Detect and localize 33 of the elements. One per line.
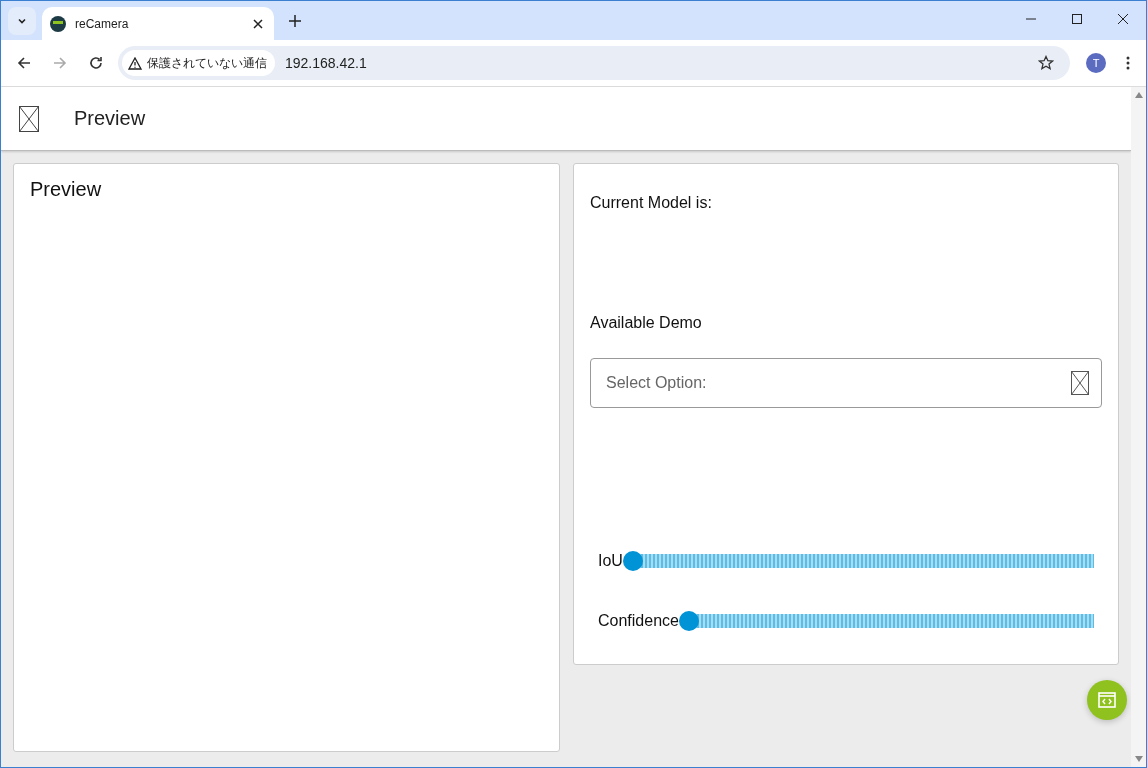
slider[interactable] bbox=[622, 551, 1094, 571]
forward-arrow-icon[interactable] bbox=[52, 55, 68, 71]
reload-icon[interactable] bbox=[88, 55, 104, 71]
bookmark-star-icon[interactable] bbox=[1038, 55, 1054, 71]
url-text: 192.168.42.1 bbox=[285, 55, 367, 71]
code-window-icon bbox=[1098, 692, 1116, 708]
tab-title: reCamera bbox=[75, 16, 129, 31]
close-icon[interactable] bbox=[252, 17, 264, 30]
security-label: 保護されていない通信 bbox=[147, 54, 267, 72]
warning-icon bbox=[128, 56, 142, 70]
current-model-label: Current Model is: bbox=[590, 194, 713, 212]
maximize-icon[interactable] bbox=[1071, 13, 1083, 25]
new-tab-icon[interactable] bbox=[288, 14, 302, 28]
scroll-down-icon[interactable] bbox=[1134, 756, 1143, 762]
profile-avatar[interactable]: T bbox=[1086, 53, 1106, 73]
slider-label: Confidence bbox=[598, 612, 679, 630]
address-bar[interactable]: 保護されていない通信 192.168.42.1 bbox=[118, 46, 1070, 80]
browser-tab[interactable]: reCamera bbox=[42, 7, 274, 40]
select-field[interactable]: Select Option: bbox=[590, 358, 1102, 408]
code-window-button[interactable] bbox=[1087, 680, 1127, 720]
available-demo-label: Available Demo bbox=[590, 314, 703, 332]
slider-label: IoU bbox=[598, 552, 623, 570]
broken-image-icon bbox=[1071, 371, 1089, 395]
back-arrow-icon[interactable] bbox=[16, 55, 32, 71]
security-chip[interactable]: 保護されていない通信 bbox=[122, 50, 275, 76]
slider[interactable] bbox=[678, 611, 1094, 631]
scroll-up-icon[interactable] bbox=[1134, 92, 1143, 98]
site-favicon-icon bbox=[50, 15, 66, 32]
more-menu-icon[interactable] bbox=[1126, 55, 1130, 71]
card-title: Preview bbox=[30, 178, 102, 200]
page-title: Preview bbox=[74, 107, 146, 130]
close-window-icon[interactable] bbox=[1117, 13, 1129, 25]
broken-image-icon bbox=[19, 105, 39, 132]
